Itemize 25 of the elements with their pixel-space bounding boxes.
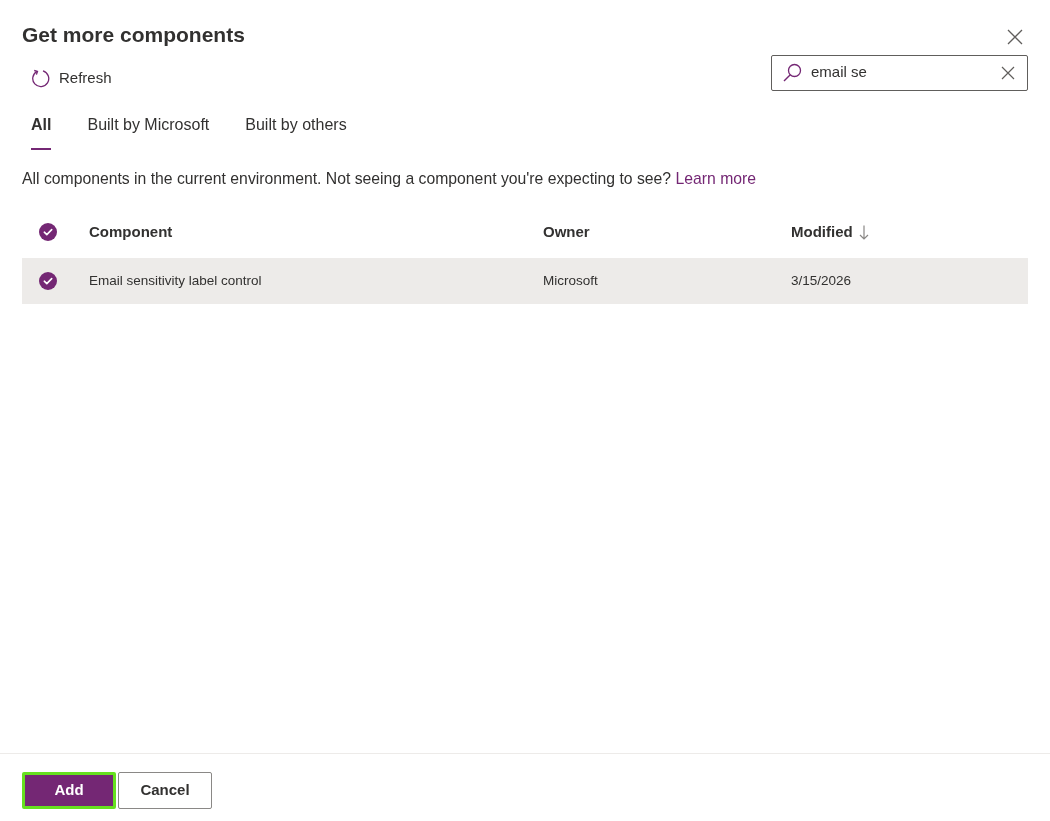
checked-circle-icon[interactable] [39, 272, 57, 290]
search-icon [783, 63, 802, 82]
close-button[interactable] [1006, 28, 1024, 46]
tab[interactable]: Built by others [245, 106, 347, 150]
tab[interactable]: All [31, 106, 52, 150]
refresh-icon [31, 68, 50, 88]
learn-more-link[interactable]: Learn more [675, 170, 757, 187]
add-button[interactable]: Add [22, 772, 116, 809]
table-cell-text: Email sensitivity label control [89, 271, 262, 290]
dialog-title: Get more components [22, 22, 245, 48]
table-cell-text: 3/15/2026 [791, 271, 852, 290]
cancel-button[interactable]: Cancel [118, 772, 212, 809]
close-icon [1007, 29, 1023, 45]
clear-search-button[interactable] [1000, 64, 1016, 81]
description-text: All components in the current environment. Not seeing a component you're expecting to see? Learn more [22, 169, 758, 189]
clear-icon [1001, 65, 1015, 80]
column-header[interactable]: Component [89, 220, 173, 244]
column-header[interactable]: Owner [543, 220, 590, 244]
table-cell-text: Microsoft [543, 271, 598, 290]
tab[interactable]: Built by Microsoft [87, 106, 210, 150]
search-field[interactable]: email se [771, 54, 1028, 91]
refresh-button[interactable]: Refresh [22, 63, 112, 93]
checked-circle-icon[interactable] [39, 223, 57, 241]
table-row[interactable]: Email sensitivity label control Microsoft 3/15/2026 [22, 258, 1028, 304]
column-header[interactable]: Modified [791, 220, 869, 244]
